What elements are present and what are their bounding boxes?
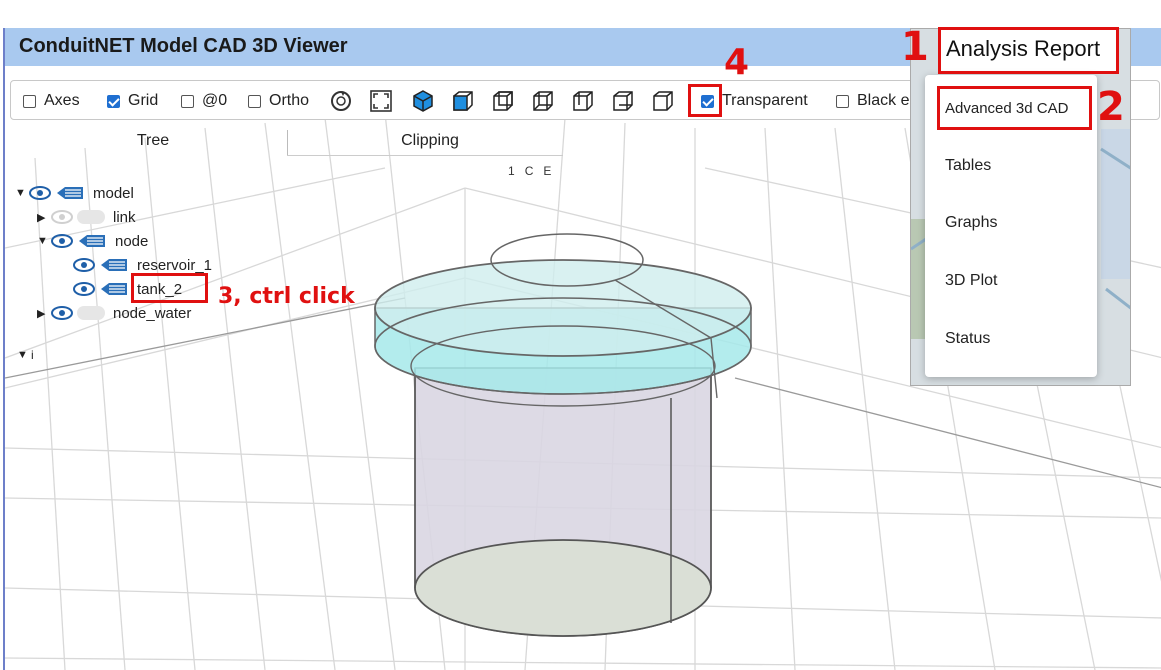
tree-label: link xyxy=(113,208,136,226)
at0-toggle[interactable]: @0 xyxy=(181,92,227,110)
expand-caret-icon[interactable]: ▶ xyxy=(37,307,51,320)
menu-item-graphs[interactable]: Graphs xyxy=(945,214,997,232)
layers-disabled-icon[interactable] xyxy=(77,210,105,224)
menu-item-3d-plot[interactable]: 3D Plot xyxy=(945,272,997,290)
tree-node-reservoir[interactable]: reservoir_1 xyxy=(73,255,212,275)
ortho-label: Ortho xyxy=(269,92,310,109)
back-view-icon[interactable] xyxy=(491,89,515,113)
reset-view-icon[interactable] xyxy=(329,89,353,113)
layers-disabled-icon[interactable] xyxy=(77,306,105,320)
tree-label: node_water xyxy=(113,304,192,322)
clip-header-b: C xyxy=(524,164,544,178)
tree-node-node[interactable]: ▼ node xyxy=(37,231,148,251)
highlight-tank-2 xyxy=(131,273,208,303)
black-edges-label: Black e xyxy=(857,92,910,109)
clip-header-c: E xyxy=(543,164,562,178)
expand-caret-icon[interactable]: ▼ xyxy=(37,235,51,247)
tree-node-node-water[interactable]: ▶ node_water xyxy=(37,303,191,323)
eye-icon[interactable] xyxy=(51,234,73,248)
menu-item-tables[interactable]: Tables xyxy=(945,157,991,175)
eye-icon[interactable] xyxy=(73,258,95,272)
tab-tree[interactable]: Tree xyxy=(113,132,193,150)
tank-cylinder[interactable] xyxy=(414,367,712,637)
tab-divider xyxy=(287,130,288,156)
iso-view-icon[interactable] xyxy=(411,89,435,113)
tree-node-model[interactable]: ▼ model xyxy=(15,183,134,203)
step-2-label: 2 xyxy=(1097,84,1125,130)
bottom-view-icon[interactable] xyxy=(651,89,675,113)
expand-caret-icon[interactable]: ▼ xyxy=(17,349,31,361)
transparent-label: Transparent xyxy=(722,92,808,109)
axes-checkbox[interactable] xyxy=(23,94,36,108)
step-3-label: 3, ctrl click xyxy=(218,284,355,309)
ortho-toggle[interactable]: Ortho xyxy=(248,92,309,110)
screenshot-root: ConduitNET Model CAD 3D Viewer Axes Grid… xyxy=(0,0,1161,670)
tree-label: node xyxy=(115,232,149,250)
eye-icon[interactable] xyxy=(73,282,95,296)
eye-icon[interactable] xyxy=(29,186,51,200)
clip-header-a: 1 xyxy=(508,164,525,178)
grid-checkbox[interactable] xyxy=(107,94,120,108)
axes-label: Axes xyxy=(44,92,80,109)
front-view-icon[interactable] xyxy=(451,89,475,113)
menu-item-status[interactable]: Status xyxy=(945,330,990,348)
layers-icon[interactable] xyxy=(99,258,129,272)
grid-label: Grid xyxy=(128,92,159,109)
right-view-icon[interactable] xyxy=(571,89,595,113)
left-view-icon[interactable] xyxy=(531,89,555,113)
expand-caret-icon[interactable]: ▼ xyxy=(15,187,29,199)
tree-node-i[interactable]: ▼ i xyxy=(17,345,34,365)
page-title: ConduitNET Model CAD 3D Viewer xyxy=(19,35,348,57)
ortho-checkbox[interactable] xyxy=(248,94,261,108)
eye-icon[interactable] xyxy=(51,306,73,320)
expand-caret-icon[interactable]: ▶ xyxy=(37,211,51,224)
layers-icon[interactable] xyxy=(55,186,85,200)
highlight-analysis-report xyxy=(938,27,1119,74)
tab-underline xyxy=(287,155,563,156)
step-1-label: 1 xyxy=(901,24,929,70)
highlight-advanced-3d-cad xyxy=(937,86,1092,130)
axes-toggle[interactable]: Axes xyxy=(23,92,80,110)
black-edges-toggle[interactable]: Black e xyxy=(836,92,909,110)
black-edges-checkbox[interactable] xyxy=(836,94,849,108)
tree-node-link[interactable]: ▶ link xyxy=(37,207,136,227)
step-4-label: 4 xyxy=(724,42,750,83)
at0-checkbox[interactable] xyxy=(181,94,194,108)
tree-label: model xyxy=(93,184,134,202)
tree-label: i xyxy=(31,348,34,362)
fit-view-icon[interactable] xyxy=(369,89,393,113)
tree-label: reservoir_1 xyxy=(137,256,213,274)
top-view-icon[interactable] xyxy=(611,89,635,113)
layers-icon[interactable] xyxy=(99,282,129,296)
clip-header: 1CE xyxy=(508,164,561,178)
layers-icon[interactable] xyxy=(77,234,107,248)
eye-hidden-icon[interactable] xyxy=(51,210,73,224)
at0-label: @0 xyxy=(202,92,228,109)
grid-toggle[interactable]: Grid xyxy=(107,92,158,110)
highlight-transparent xyxy=(688,84,722,117)
tab-clipping[interactable]: Clipping xyxy=(390,132,470,150)
